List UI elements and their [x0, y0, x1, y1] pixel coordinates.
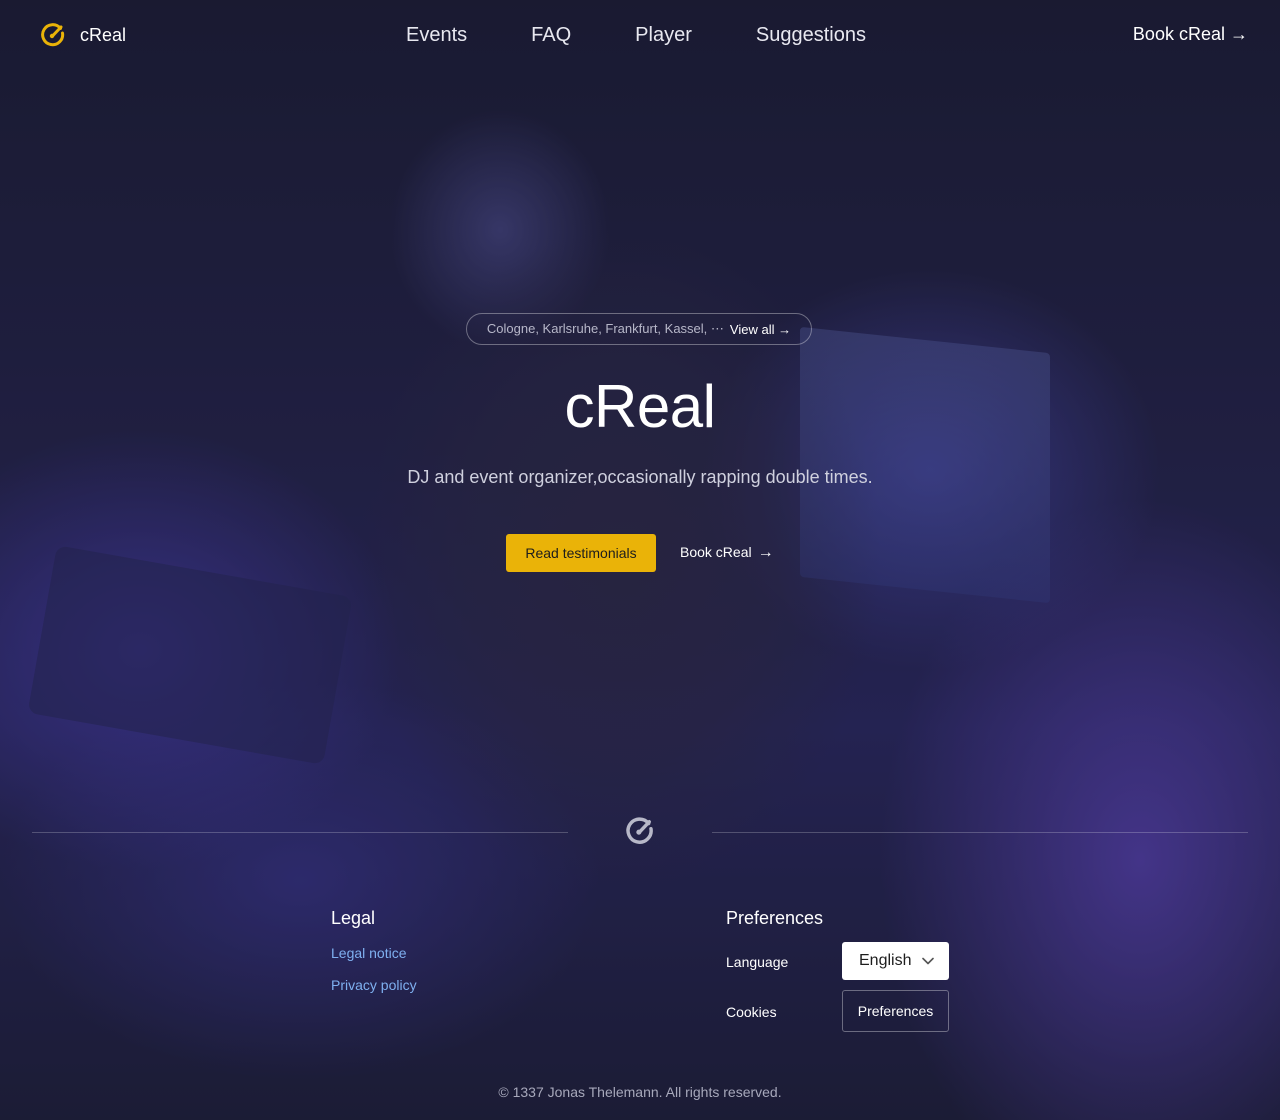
view-all-link[interactable]: View all → [730, 322, 791, 337]
brand-name: cReal [80, 24, 127, 45]
header-book-label: Book cReal [1132, 24, 1225, 44]
home-link[interactable]: cReal [40, 22, 126, 48]
locations-pill: Cologne, Karlsruhe, Frankfurt, Kassel, ⋯… [466, 313, 812, 345]
language-select[interactable]: English [842, 942, 949, 980]
arrow-right-icon: → [757, 544, 774, 561]
arrow-right-icon: → [1230, 24, 1248, 44]
cookie-preferences-button[interactable]: Preferences [842, 990, 949, 1032]
main-nav: Events FAQ Player Suggestions [406, 24, 866, 47]
copyright-notice: © 1337 Jonas Thelemann. All rights reser… [498, 1084, 782, 1100]
logo-icon [41, 23, 65, 47]
footer-divider-right [712, 832, 1248, 833]
nav-item-player[interactable]: Player [635, 24, 692, 47]
nav-item-events[interactable]: Events [406, 24, 467, 47]
nav-item-suggestions[interactable]: Suggestions [756, 24, 866, 47]
cookies-label: Cookies [726, 1004, 777, 1020]
legal-notice-link[interactable]: Legal notice [331, 945, 407, 961]
nav-item-faq[interactable]: FAQ [531, 24, 571, 47]
locations-list: Cologne, Karlsruhe, Frankfurt, Kassel, ⋯ [486, 321, 724, 336]
hero-subtitle: DJ and event organizer,occasionally rapp… [407, 467, 873, 487]
hero-book-button[interactable]: Book cReal → [680, 544, 774, 562]
read-testimonials-button[interactable]: Read testimonials [506, 534, 656, 572]
language-select-value: English [859, 952, 912, 969]
legal-heading: Legal [331, 908, 376, 928]
footer-divider-left [32, 832, 568, 833]
hero-title: cReal [564, 373, 716, 440]
header-book-button[interactable]: Book cReal → [1133, 24, 1248, 45]
site-header: cReal Events FAQ Player Suggestions Book… [0, 0, 1280, 72]
privacy-policy-link[interactable]: Privacy policy [331, 977, 417, 993]
preferences-heading: Preferences [726, 908, 824, 928]
language-label: Language [726, 954, 789, 970]
hero-book-label: Book cReal [680, 544, 752, 560]
footer-logo-icon [626, 817, 653, 844]
chevron-down-icon [922, 957, 934, 965]
